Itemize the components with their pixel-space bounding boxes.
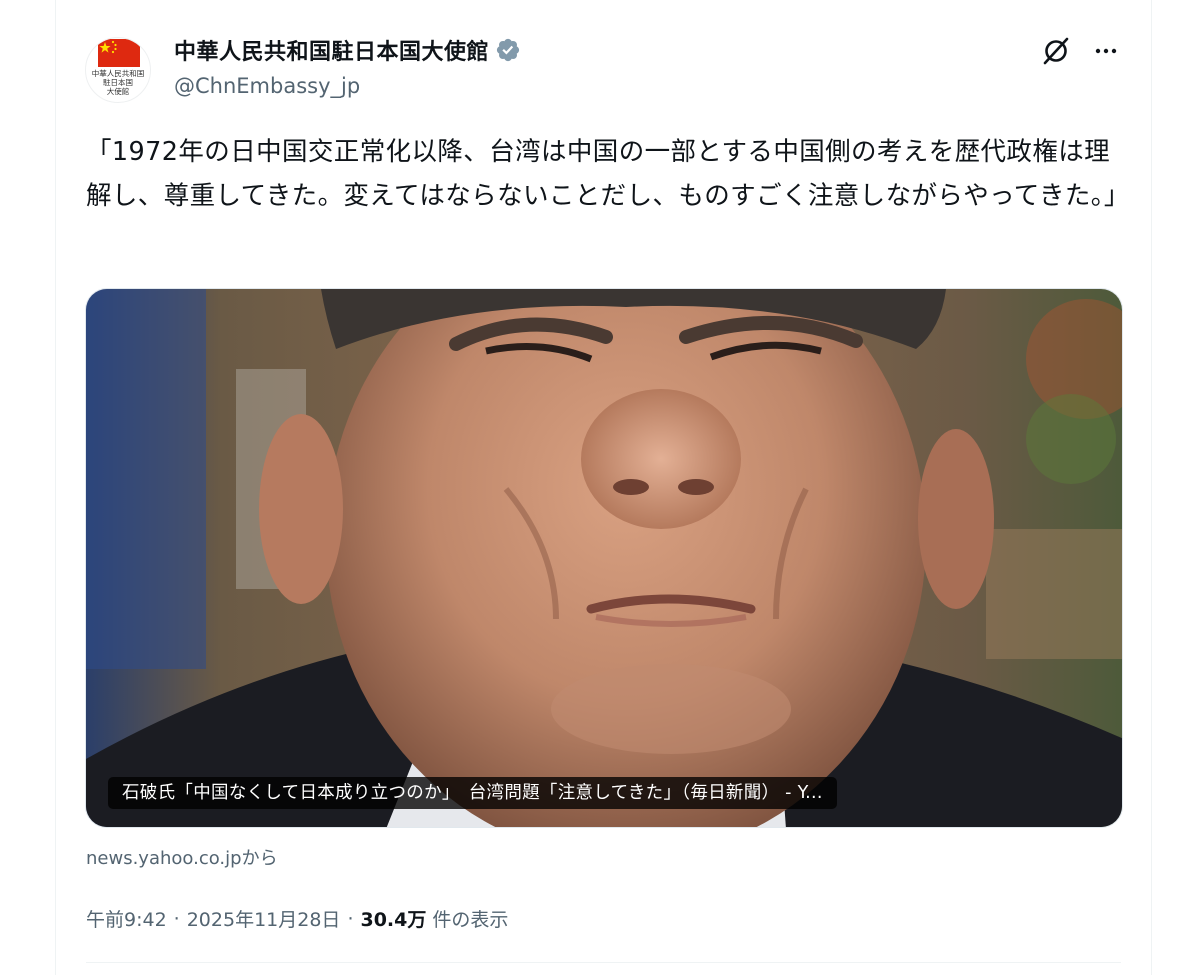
verified-badge-icon[interactable] xyxy=(495,37,521,63)
card-caption: 石破氏「中国なくして日本成り立つのか」 台湾問題「注意してきた」（毎日新聞） -… xyxy=(108,777,837,809)
tweet-meta: 午前9:42 · 2025年11月28日 · 30.4万 件の表示 xyxy=(86,905,508,932)
avatar-line: 中華人民共和国 xyxy=(91,69,145,78)
views-label: 件の表示 xyxy=(432,909,509,931)
divider xyxy=(86,962,1121,963)
grok-icon xyxy=(1043,37,1069,65)
tweet-article: 中華人民共和国 駐日本国 大使館 中華人民共和国駐日本国大使館 @ChnEmba… xyxy=(55,0,1152,975)
grok-button[interactable] xyxy=(1036,31,1076,71)
meta-separator: · xyxy=(173,907,180,930)
tweet-text: 「1972年の日中国交正常化以降、台湾は中国の一部とする中国側の考えを歴代政権は… xyxy=(86,137,1130,211)
author-name-row: 中華人民共和国駐日本国大使館 xyxy=(174,33,521,67)
views-count[interactable]: 30.4万 xyxy=(360,905,426,932)
avatar-line: 大使館 xyxy=(106,87,130,96)
more-button[interactable] xyxy=(1086,31,1126,71)
more-horizontal-icon xyxy=(1095,48,1117,54)
display-name[interactable]: 中華人民共和国駐日本国大使館 xyxy=(174,34,489,66)
author-handle[interactable]: @ChnEmbassy_jp xyxy=(174,74,360,98)
card-source[interactable]: news.yahoo.co.jpから xyxy=(86,844,278,870)
avatar[interactable]: 中華人民共和国 駐日本国 大使館 xyxy=(85,37,151,103)
china-flag-icon xyxy=(98,39,140,67)
news-photo xyxy=(86,289,1122,827)
avatar-line: 駐日本国 xyxy=(103,78,133,87)
meta-separator: · xyxy=(347,907,354,930)
tweet-time[interactable]: 午前9:42 xyxy=(86,905,167,932)
link-card-image[interactable]: 石破氏「中国なくして日本成り立つのか」 台湾問題「注意してきた」（毎日新聞） -… xyxy=(85,288,1123,828)
avatar-caption: 中華人民共和国 駐日本国 大使館 xyxy=(86,69,150,96)
tweet-date[interactable]: 2025年11月28日 xyxy=(187,905,341,932)
